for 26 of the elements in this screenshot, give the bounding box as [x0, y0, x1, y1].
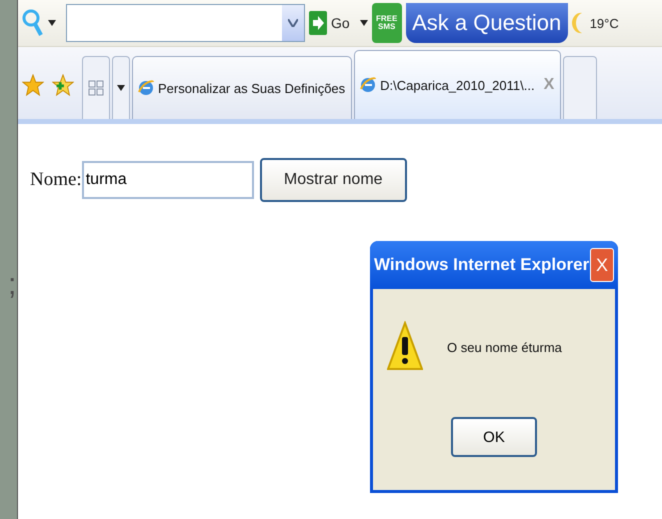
caret-icon[interactable] [48, 20, 56, 26]
name-label: Nome: [30, 169, 82, 191]
browser-tab[interactable]: Personalizar as Suas Definições [132, 56, 352, 119]
name-field[interactable]: turma [82, 161, 254, 199]
add-favorite-icon[interactable] [52, 74, 74, 96]
browser-logo-icon [137, 79, 155, 97]
grid-icon[interactable] [88, 80, 104, 96]
go-label[interactable]: Go [331, 15, 350, 31]
alert-message: O seu nome éturma [447, 340, 562, 354]
new-tab-button[interactable] [563, 56, 598, 119]
code-text: ; [8, 270, 16, 300]
browser-logo-icon [359, 76, 378, 94]
ok-button[interactable]: OK [451, 417, 537, 457]
tab-list-button[interactable] [112, 56, 130, 119]
browser-tab[interactable]: D:\Caparica_2010_2011\... X [354, 50, 562, 119]
caret-icon[interactable] [117, 85, 125, 91]
dialog-title: Windows Internet Explorer [374, 255, 590, 275]
close-button[interactable]: X [590, 248, 614, 282]
search-field[interactable] [66, 4, 305, 42]
show-name-button[interactable]: Mostrar nome [260, 158, 407, 202]
temperature-text: 19°C [590, 16, 619, 30]
star-icon[interactable] [22, 74, 44, 96]
caret-icon[interactable] [360, 20, 368, 26]
warning-icon [387, 321, 423, 373]
ask-question-button[interactable]: Ask a Question [406, 3, 568, 43]
quick-tabs-button[interactable] [82, 56, 110, 119]
